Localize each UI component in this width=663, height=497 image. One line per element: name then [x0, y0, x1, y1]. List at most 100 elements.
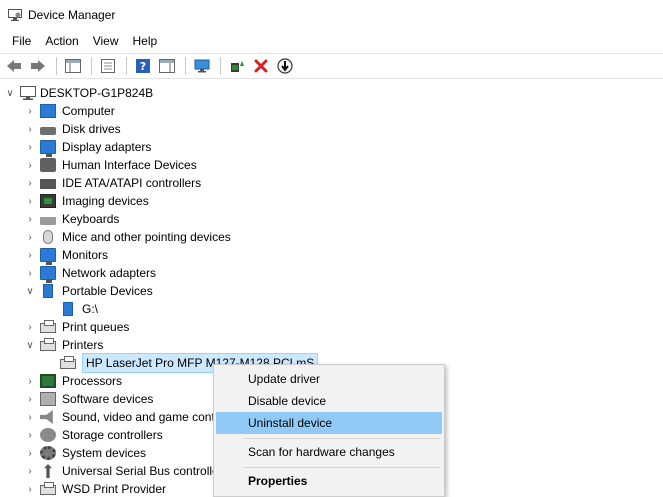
tree-item-usb-controllers[interactable]: › Universal Serial Bus controllers [24, 462, 229, 480]
menu-bar: File Action View Help [0, 31, 663, 51]
toolbar-separator [185, 57, 186, 75]
back-icon[interactable] [3, 55, 25, 77]
expand-chevron-icon[interactable]: › [24, 444, 36, 462]
tree-item-computer[interactable]: › Computer [24, 102, 115, 120]
expand-chevron-icon[interactable]: › [24, 426, 36, 444]
toolbar-separator [91, 57, 92, 75]
tree-item-label: IDE ATA/ATAPI controllers [62, 176, 202, 190]
expand-chevron-icon[interactable]: › [24, 210, 36, 228]
context-menu: Update driver Disable device Uninstall d… [213, 364, 445, 497]
expand-chevron-icon[interactable]: › [24, 408, 36, 426]
toolbar-separator [220, 57, 221, 75]
forward-icon[interactable] [27, 55, 49, 77]
expand-chevron-icon[interactable]: › [24, 120, 36, 138]
tree-item-processors[interactable]: › Processors [24, 372, 122, 390]
tree-item-label: WSD Print Provider [62, 482, 167, 496]
expand-chevron-icon[interactable]: › [24, 138, 36, 156]
mouse-icon [43, 230, 53, 244]
tree-root-label: DESKTOP-G1P824B [40, 86, 154, 100]
disk-drive-icon [40, 126, 56, 135]
expand-chevron-icon[interactable]: › [24, 372, 36, 390]
properties-icon[interactable] [97, 55, 119, 77]
tree-item-label: Storage controllers [62, 428, 163, 442]
expand-chevron-icon[interactable]: › [24, 192, 36, 210]
network-adapter-icon [40, 266, 56, 283]
expand-chevron-icon[interactable]: › [24, 390, 36, 408]
expand-chevron-icon[interactable]: › [24, 462, 36, 480]
help-icon[interactable]: ? [132, 55, 154, 77]
tree-item-keyboards[interactable]: › Keyboards [24, 210, 119, 228]
tree-item-monitors[interactable]: › Monitors [24, 246, 109, 265]
expand-chevron-icon[interactable]: › [24, 246, 36, 264]
update-driver-icon[interactable] [226, 55, 248, 77]
tree-item-label: Printers [62, 338, 104, 352]
tree-item-label: Monitors [62, 248, 109, 262]
tree-item-human-interface-devices[interactable]: › Human Interface Devices [24, 156, 197, 174]
tree-item-imaging-devices[interactable]: › Imaging devices [24, 192, 149, 210]
processor-icon [40, 374, 56, 388]
monitor-device-icon [40, 248, 56, 265]
expand-chevron-icon[interactable]: › [24, 228, 36, 246]
tree-item-label: Processors [62, 374, 123, 388]
action-pane-icon[interactable] [156, 55, 178, 77]
print-queue-icon [40, 320, 56, 333]
tree-item-print-queues[interactable]: › Print queues [24, 318, 129, 336]
show-hide-tree-icon[interactable] [62, 55, 84, 77]
menu-file[interactable]: File [5, 31, 38, 51]
tree-item-label: Computer [62, 104, 115, 118]
computer-icon [40, 104, 56, 118]
collapse-chevron-icon[interactable]: ∨ [24, 282, 36, 300]
collapse-chevron-icon[interactable]: ∨ [4, 84, 16, 102]
tree-item-ide-controllers[interactable]: › IDE ATA/ATAPI controllers [24, 174, 201, 192]
tree-item-system-devices[interactable]: › System devices [24, 444, 146, 462]
expand-chevron-icon[interactable]: › [24, 480, 36, 497]
device-manager-app-icon [8, 9, 22, 21]
tree-item-label: Software devices [62, 392, 154, 406]
context-menu-disable-device[interactable]: Disable device [216, 390, 442, 412]
collapse-chevron-icon[interactable]: ∨ [24, 336, 36, 354]
tree-item-mice[interactable]: › Mice and other pointing devices [24, 228, 231, 246]
menu-action[interactable]: Action [38, 31, 85, 51]
tree-item-label: Keyboards [62, 212, 120, 226]
tree-item-label: Print queues [62, 320, 130, 334]
hid-icon [40, 158, 56, 172]
software-device-icon [40, 392, 56, 406]
tree-item-storage-controllers[interactable]: › Storage controllers [24, 426, 163, 444]
expand-chevron-icon[interactable]: › [24, 264, 36, 282]
title-bar: Device Manager [0, 0, 663, 30]
tree-item-printers[interactable]: ∨ Printers [24, 336, 103, 354]
expand-chevron-icon[interactable]: › [24, 156, 36, 174]
tree-item-wsd-print-provider[interactable]: › WSD Print Provider [24, 480, 166, 497]
computer-root-icon [20, 86, 36, 100]
context-menu-separator [244, 438, 440, 439]
expand-chevron-icon[interactable]: › [24, 102, 36, 120]
printer-icon [40, 338, 56, 351]
tree-item-label: Network adapters [62, 266, 157, 280]
tree-item-label: Disk drives [62, 122, 121, 136]
menu-help[interactable]: Help [126, 31, 165, 51]
sound-icon [40, 410, 53, 424]
toolbar-separator [126, 57, 127, 75]
tree-item-network-adapters[interactable]: › Network adapters [24, 264, 157, 283]
ide-controller-icon [40, 179, 56, 189]
context-menu-uninstall-device[interactable]: Uninstall device [216, 412, 442, 434]
menu-view[interactable]: View [86, 31, 126, 51]
uninstall-icon[interactable] [250, 55, 272, 77]
portable-drive-icon [63, 302, 73, 316]
tree-item-label: Imaging devices [62, 194, 149, 208]
tree-item-portable-g-drive[interactable]: G:\ [60, 300, 98, 318]
tree-root[interactable]: ∨ DESKTOP-G1P824B [4, 84, 153, 102]
tree-item-display-adapters[interactable]: › Display adapters [24, 138, 151, 157]
tree-item-label: Human Interface Devices [62, 158, 197, 172]
tree-item-software-devices[interactable]: › Software devices [24, 390, 153, 408]
tree-item-portable-devices[interactable]: ∨ Portable Devices [24, 282, 153, 300]
context-menu-update-driver[interactable]: Update driver [216, 368, 442, 390]
scan-hardware-icon[interactable] [274, 55, 296, 77]
expand-chevron-icon[interactable]: › [24, 318, 36, 336]
tree-item-disk-drives[interactable]: › Disk drives [24, 120, 121, 138]
context-menu-scan-hardware[interactable]: Scan for hardware changes [216, 441, 442, 463]
expand-chevron-icon[interactable]: › [24, 174, 36, 192]
keyboard-icon [40, 216, 56, 225]
monitor-icon[interactable] [191, 55, 213, 77]
context-menu-properties[interactable]: Properties [216, 470, 442, 492]
